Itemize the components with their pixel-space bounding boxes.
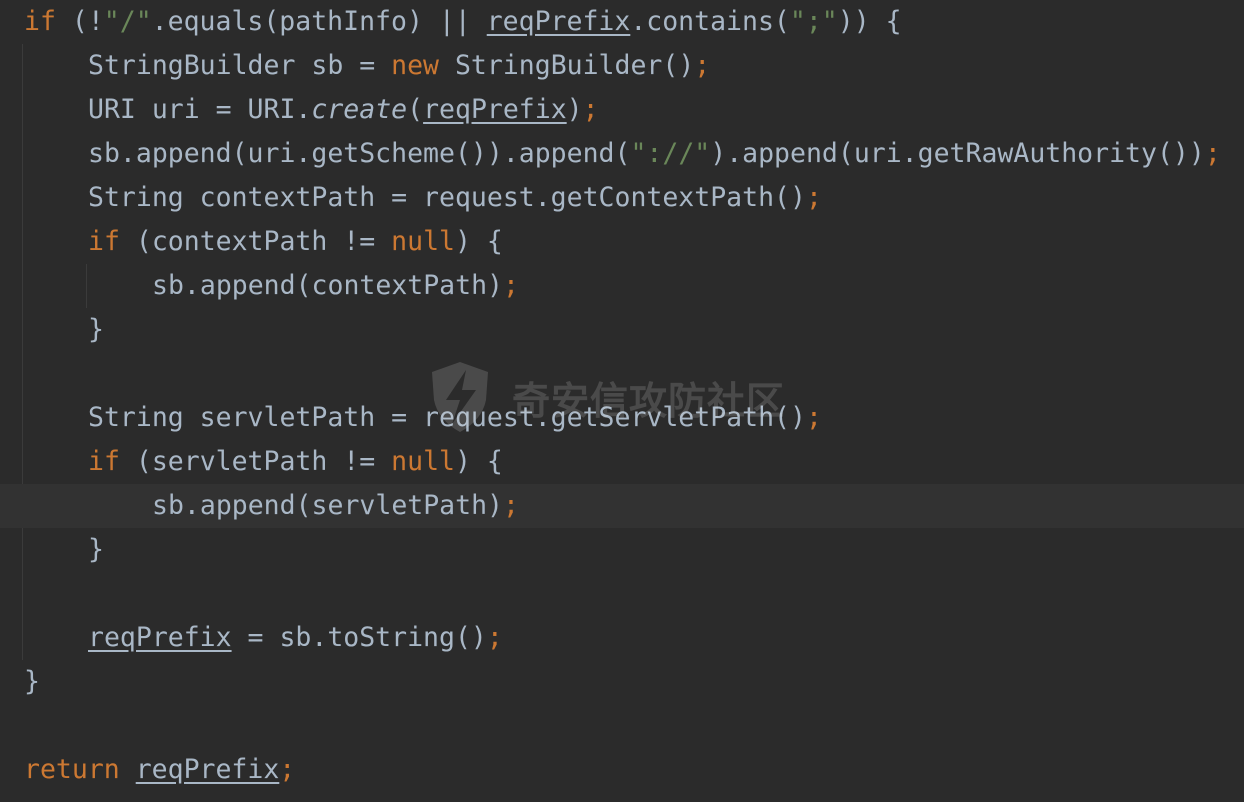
code-line[interactable]: if (contextPath != null) { [0, 220, 1244, 264]
code-line-text: if (servletPath != null) { [88, 446, 503, 477]
code-line[interactable]: String contextPath = request.getContextP… [0, 176, 1244, 220]
code-line-text: sb.append(contextPath); [152, 270, 519, 301]
code-line-text: } [88, 534, 104, 565]
code-line-text: sb.append(uri.getScheme()).append("://")… [88, 138, 1221, 169]
code-line-text: String contextPath = request.getContextP… [88, 182, 822, 213]
code-line-text: if (contextPath != null) { [88, 226, 503, 257]
code-line-text: sb.append(servletPath); [152, 490, 519, 521]
code-line[interactable]: StringBuilder sb = new StringBuilder(); [0, 44, 1244, 88]
code-line[interactable] [0, 352, 1244, 396]
code-line[interactable]: URI uri = URI.create(reqPrefix); [0, 88, 1244, 132]
code-line-text: if (!"/".equals(pathInfo) || reqPrefix.c… [24, 6, 902, 37]
code-line[interactable] [0, 704, 1244, 748]
code-line[interactable]: sb.append(contextPath); [0, 264, 1244, 308]
code-line[interactable]: String servletPath = request.getServletP… [0, 396, 1244, 440]
code-line[interactable]: sb.append(uri.getScheme()).append("://")… [0, 132, 1244, 176]
code-line[interactable]: } [0, 308, 1244, 352]
code-line-text: URI uri = URI.create(reqPrefix); [88, 94, 599, 125]
code-line[interactable]: } [0, 528, 1244, 572]
code-line[interactable]: reqPrefix = sb.toString(); [0, 616, 1244, 660]
code-line-text: } [88, 314, 104, 345]
code-line-text: return reqPrefix; [24, 754, 296, 785]
code-line[interactable] [0, 572, 1244, 616]
code-line-text: String servletPath = request.getServletP… [88, 402, 822, 433]
code-line-text: reqPrefix = sb.toString(); [88, 622, 503, 653]
code-editor[interactable]: if (!"/".equals(pathInfo) || reqPrefix.c… [0, 0, 1244, 802]
current-code-line[interactable]: sb.append(servletPath); [0, 484, 1244, 528]
code-line[interactable]: } [0, 660, 1244, 704]
code-line-text: } [24, 666, 40, 697]
code-line[interactable]: return reqPrefix; [0, 748, 1244, 792]
code-line[interactable]: if (!"/".equals(pathInfo) || reqPrefix.c… [0, 0, 1244, 44]
code-line[interactable]: if (servletPath != null) { [0, 440, 1244, 484]
code-line-text: StringBuilder sb = new StringBuilder(); [88, 50, 711, 81]
